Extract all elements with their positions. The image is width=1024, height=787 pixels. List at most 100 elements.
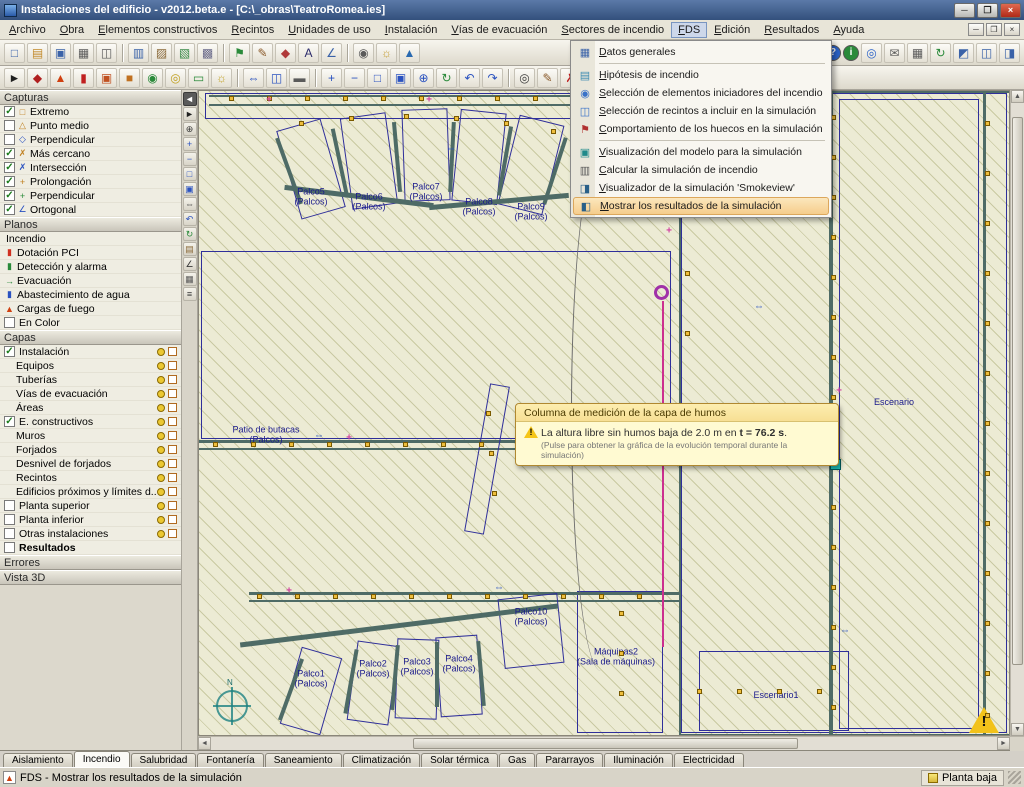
layer-color-dot[interactable] — [157, 390, 165, 398]
device-marker[interactable] — [985, 321, 990, 326]
redo-icon[interactable]: ↷ — [482, 68, 503, 88]
row-detección-y-alarma[interactable]: ▮Detección y alarma — [0, 260, 181, 274]
device-marker[interactable] — [492, 491, 497, 496]
checkbox-en-color[interactable] — [4, 317, 15, 328]
device-marker[interactable] — [985, 221, 990, 226]
print-small-icon[interactable]: ▦ — [907, 43, 928, 63]
plant-selector[interactable]: Planta baja — [921, 770, 1004, 786]
fds-menu-item-selección-de-elementos-iniciad[interactable]: ◉Selección de elementos iniciadores del … — [573, 84, 829, 102]
device-marker[interactable] — [485, 594, 490, 599]
device-marker[interactable] — [619, 651, 624, 656]
row-otras-instalaciones[interactable]: Otras instalaciones — [0, 527, 181, 541]
device-marker[interactable] — [333, 594, 338, 599]
scroll-up-button[interactable]: ▲ — [1011, 90, 1024, 103]
emergency-light-icon[interactable]: ☼ — [211, 68, 232, 88]
device-marker[interactable] — [685, 271, 690, 276]
device-marker[interactable] — [985, 171, 990, 176]
tab-pararrayos[interactable]: Pararrayos — [536, 753, 603, 767]
device-marker[interactable] — [599, 594, 604, 599]
redraw-icon[interactable]: ↻ — [436, 68, 457, 88]
save-icon[interactable]: ▣ — [50, 43, 71, 63]
layer-color-dot[interactable] — [157, 348, 165, 356]
print-icon[interactable]: ▦ — [73, 43, 94, 63]
row-evacuación[interactable]: →Evacuación — [0, 274, 181, 288]
zoom-in-icon[interactable]: + — [183, 137, 197, 151]
minimize-button[interactable]: ─ — [954, 3, 975, 18]
scroll-down-button[interactable]: ▼ — [1011, 723, 1024, 736]
device-marker[interactable] — [831, 705, 836, 710]
device-marker[interactable] — [289, 442, 294, 447]
panel-right-icon[interactable]: ◨ — [999, 43, 1020, 63]
device-marker[interactable] — [479, 442, 484, 447]
checkbox-prolongación[interactable]: ✓ — [4, 176, 15, 187]
new-icon[interactable]: □ — [4, 43, 25, 63]
device-marker[interactable] — [985, 371, 990, 376]
fds-menu-item-selección-de-recintos-a-inclui[interactable]: ◫Selección de recintos a incluir en la s… — [573, 102, 829, 120]
vertical-scroll-thumb[interactable] — [1012, 117, 1023, 665]
zoom-out-icon[interactable]: − — [183, 152, 197, 166]
device-marker[interactable] — [257, 594, 262, 599]
checkbox-planta-superior[interactable] — [4, 500, 15, 511]
row-recintos[interactable]: Recintos — [0, 471, 181, 485]
device-marker[interactable] — [441, 442, 446, 447]
layer-print-icon[interactable] — [168, 473, 177, 482]
layer-color-dot[interactable] — [157, 488, 165, 496]
layer-color-dot[interactable] — [157, 460, 165, 468]
device-marker[interactable] — [619, 611, 624, 616]
layer-print-icon[interactable] — [168, 361, 177, 370]
menu-fds[interactable]: FDS — [671, 22, 707, 38]
row-áreas[interactable]: Áreas — [0, 401, 181, 415]
menu-obra[interactable]: Obra — [53, 22, 91, 38]
checkbox-ortogonal[interactable]: ✓ — [4, 204, 15, 215]
layer-print-icon[interactable] — [168, 445, 177, 454]
tab-fontanería[interactable]: Fontanería — [197, 753, 263, 767]
row-abastecimiento-de-agua[interactable]: ▮Abastecimiento de agua — [0, 288, 181, 302]
previous-zoom-icon[interactable]: ↶ — [183, 212, 197, 226]
row-muros[interactable]: Muros — [0, 429, 181, 443]
mail-icon[interactable]: ✉ — [884, 43, 905, 63]
measure-icon[interactable]: ∠ — [321, 43, 342, 63]
tab-aislamiento[interactable]: Aislamiento — [3, 753, 73, 767]
device-marker[interactable] — [985, 671, 990, 676]
mdi-minimize-button[interactable]: ─ — [968, 23, 984, 36]
fds-menu-item-hipótesis-de-incendio[interactable]: ▤Hipótesis de incendio — [573, 66, 829, 84]
zoom-window-icon[interactable]: □ — [367, 68, 388, 88]
layer-color-dot[interactable] — [157, 404, 165, 412]
device-marker[interactable] — [685, 331, 690, 336]
device-marker[interactable] — [831, 545, 836, 550]
tab-saneamiento[interactable]: Saneamiento — [265, 753, 342, 767]
node-icon[interactable]: ◆ — [27, 68, 48, 88]
row-resultados[interactable]: Resultados — [0, 541, 181, 555]
general-data-icon[interactable]: ▥ — [128, 43, 149, 63]
row-extremo[interactable]: ✓□Extremo — [0, 105, 181, 119]
checkbox-punto-medio[interactable] — [4, 120, 15, 131]
palette-icon[interactable]: ◆ — [275, 43, 296, 63]
menu-vías-de-evacuación[interactable]: Vías de evacuación — [444, 22, 554, 38]
close-button[interactable]: × — [1000, 3, 1021, 18]
tab-solar-térmica[interactable]: Solar térmica — [421, 753, 498, 767]
collapse-panel-icon[interactable]: ◄ — [183, 92, 197, 106]
undo-icon[interactable]: ↶ — [459, 68, 480, 88]
resize-grip-icon[interactable] — [1008, 771, 1021, 784]
select-icon[interactable]: ► — [4, 68, 25, 88]
layer-color-dot[interactable] — [157, 474, 165, 482]
camera-icon[interactable]: ◉ — [353, 43, 374, 63]
layer-print-icon[interactable] — [168, 515, 177, 524]
search-icon[interactable]: ◎ — [514, 68, 535, 88]
mdi-close-button[interactable]: × — [1004, 23, 1020, 36]
checkbox-extremo[interactable]: ✓ — [4, 106, 15, 117]
checkbox-resultados[interactable] — [4, 542, 15, 553]
device-marker[interactable] — [495, 96, 500, 101]
wall-icon[interactable]: ▬ — [289, 68, 310, 88]
menu-resultados[interactable]: Resultados — [757, 22, 826, 38]
device-marker[interactable] — [737, 689, 742, 694]
device-marker[interactable] — [985, 121, 990, 126]
checkbox-más-cercano[interactable]: ✓ — [4, 148, 15, 159]
row-equipos[interactable]: Equipos — [0, 359, 181, 373]
fds-menu-item-calcular-la-simulación-de-ince[interactable]: ▥Calcular la simulación de incendio — [573, 161, 829, 179]
device-marker[interactable] — [404, 114, 409, 119]
horizontal-scroll-thumb[interactable] — [413, 738, 798, 749]
checkbox-intersección[interactable]: ✓ — [4, 162, 15, 173]
annotate-icon[interactable]: ✎ — [537, 68, 558, 88]
layer-print-icon[interactable] — [168, 501, 177, 510]
